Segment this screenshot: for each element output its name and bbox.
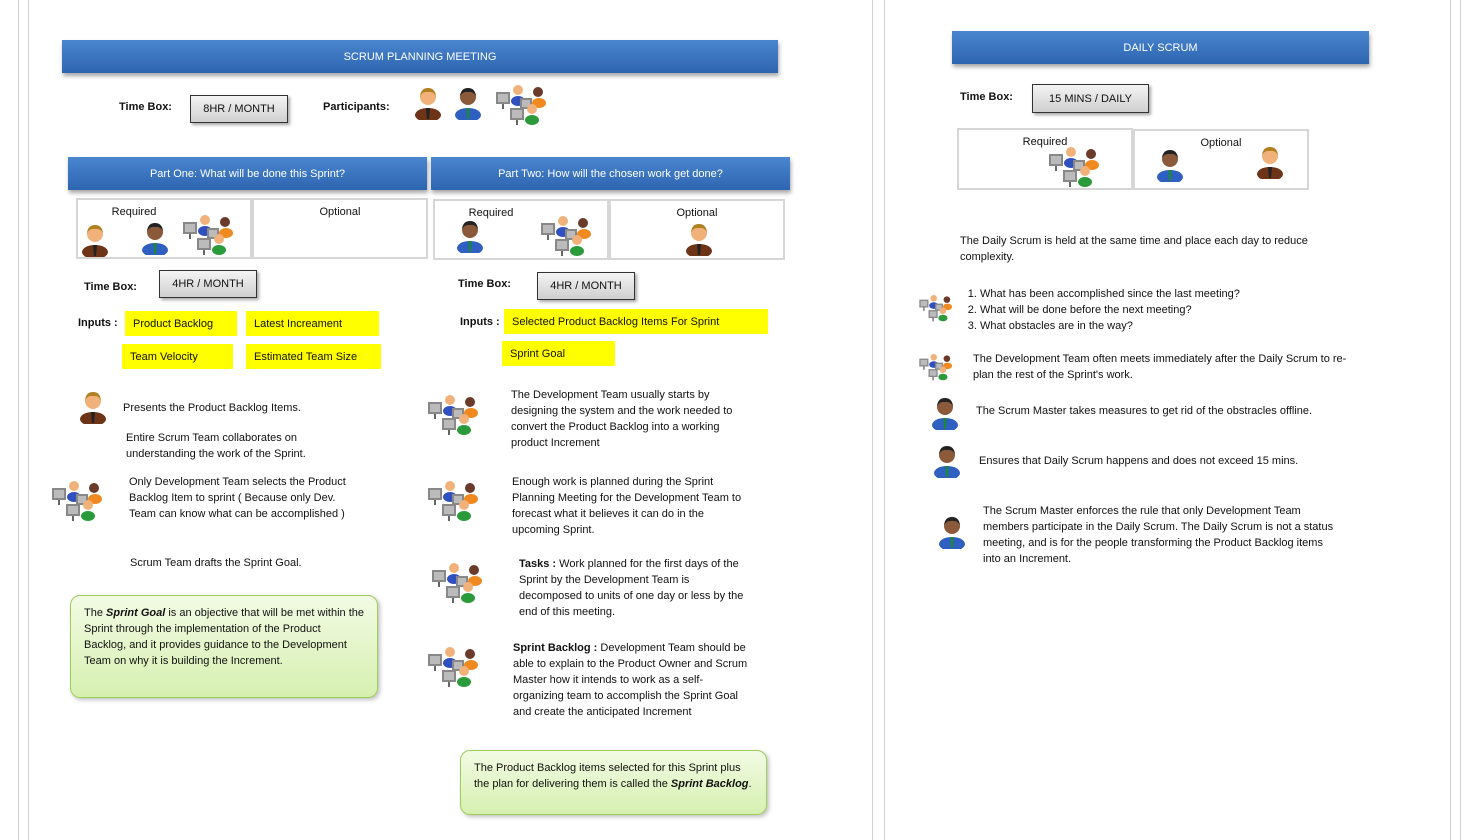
- product-owner-icon: [78, 390, 108, 424]
- timebox-value: 4HR / MONTH: [159, 270, 257, 298]
- timebox-value: 8HR / MONTH: [190, 95, 288, 123]
- daily-note: The Development Team often meets immedia…: [973, 353, 1347, 381]
- page-border: [1460, 0, 1461, 840]
- participants-label: Participants:: [323, 101, 390, 113]
- scrum-master-icon: [453, 86, 483, 120]
- input-item: Product Backlog: [125, 311, 237, 336]
- planning-title: SCRUM PLANNING MEETING: [62, 40, 778, 73]
- sprint-goal-note: The Sprint Goal is an objective that wil…: [70, 595, 378, 698]
- scrum-master-icon: [1155, 148, 1185, 182]
- page-border: [18, 0, 19, 840]
- step-body: Enough work is planned during the Sprint…: [512, 476, 742, 536]
- optional-box: Optional: [1133, 129, 1309, 190]
- required-box: Required: [76, 198, 252, 259]
- development-team-icon: [181, 212, 245, 256]
- page-border: [884, 0, 885, 840]
- timebox-value: 4HR / MONTH: [537, 272, 635, 300]
- development-team-icon: [494, 82, 558, 126]
- step-text: Presents the Product Backlog Items.: [123, 402, 301, 414]
- scrum-master-icon: [937, 515, 967, 549]
- timebox-label: Time Box:: [84, 281, 137, 293]
- product-owner-icon: [80, 223, 110, 257]
- scrum-master-icon: [140, 221, 170, 255]
- optional-box: Optional: [252, 198, 428, 259]
- step-text: The Development Team usually starts by d…: [511, 387, 746, 451]
- sprint-backlog-note: The Product Backlog items selected for t…: [460, 750, 767, 815]
- required-box: Required: [433, 199, 609, 260]
- step-text: Tasks : Work planned for the first days …: [519, 556, 749, 620]
- development-team-icon: [918, 293, 960, 322]
- step-text: Enough work is planned during the Sprint…: [512, 474, 747, 538]
- step-bold: Tasks :: [519, 558, 557, 570]
- question-list: What has been accomplished since the las…: [968, 286, 1348, 334]
- optional-label: Optional: [319, 206, 361, 218]
- step-body: The Development Team usually starts by d…: [511, 389, 733, 449]
- input-item: Team Velocity: [122, 344, 233, 369]
- required-label: Required: [111, 206, 157, 218]
- question-item: What obstacles are in the way?: [980, 318, 1348, 334]
- product-owner-icon: [684, 222, 714, 256]
- scrum-master-icon: [932, 444, 962, 478]
- development-team-icon: [918, 352, 960, 381]
- daily-intro: The Daily Scrum is held at the same time…: [960, 235, 1308, 263]
- timebox-label: Time Box:: [458, 278, 511, 290]
- note-emphasis: Sprint Backlog: [670, 778, 749, 790]
- part-one-title: Part One: What will be done this Sprint?: [68, 157, 427, 190]
- timebox-value: 15 MINS / DAILY: [1032, 84, 1149, 113]
- required-box: Required: [957, 128, 1133, 190]
- question-item: What will be done before the next meetin…: [980, 302, 1348, 318]
- daily-note: The Scrum Master takes measures to get r…: [976, 405, 1313, 417]
- development-team-icon: [1047, 144, 1111, 188]
- input-item: Latest Increament: [246, 311, 379, 336]
- daily-note: The Scrum Master enforces the rule that …: [983, 505, 1334, 565]
- inputs-label: Inputs :: [460, 316, 500, 328]
- development-team-icon: [539, 213, 603, 257]
- question-item: What has been accomplished since the las…: [980, 286, 1348, 302]
- timebox-label: Time Box:: [960, 91, 1013, 103]
- required-label: Required: [468, 207, 514, 219]
- input-item: Sprint Goal: [502, 341, 615, 366]
- page-border: [872, 0, 873, 840]
- step-text: Entire Scrum Team collaborates on unders…: [126, 432, 306, 460]
- optional-box: Optional: [609, 199, 785, 260]
- daily-note: Ensures that Daily Scrum happens and doe…: [979, 455, 1299, 467]
- step-bold: Sprint Backlog :: [513, 642, 598, 654]
- timebox-label: Time Box:: [119, 101, 172, 113]
- step-text: Only Development Team selects the Produc…: [129, 476, 346, 520]
- note-text: .: [748, 778, 752, 790]
- page-border: [28, 0, 29, 840]
- scrum-master-icon: [930, 396, 960, 430]
- optional-label: Optional: [676, 207, 718, 219]
- step-text: Sprint Backlog : Development Team should…: [513, 640, 748, 720]
- note-emphasis: Sprint Goal: [106, 607, 166, 619]
- development-team-icon: [426, 478, 490, 522]
- development-team-icon: [426, 392, 490, 436]
- page-border: [1450, 0, 1451, 840]
- note-text: The: [84, 607, 107, 619]
- development-team-icon: [50, 478, 114, 522]
- product-owner-icon: [413, 86, 443, 120]
- inputs-label: Inputs :: [78, 317, 118, 329]
- scrum-master-icon: [455, 219, 485, 253]
- input-item: Selected Product Backlog Items For Sprin…: [504, 309, 768, 334]
- input-item: Estimated Team Size: [246, 344, 381, 369]
- product-owner-icon: [1255, 145, 1285, 179]
- daily-title: DAILY SCRUM: [952, 31, 1369, 64]
- development-team-icon: [430, 560, 494, 604]
- step-text: Scrum Team drafts the Sprint Goal.: [130, 557, 302, 569]
- development-team-icon: [426, 644, 490, 688]
- part-two-title: Part Two: How will the chosen work get d…: [431, 157, 790, 190]
